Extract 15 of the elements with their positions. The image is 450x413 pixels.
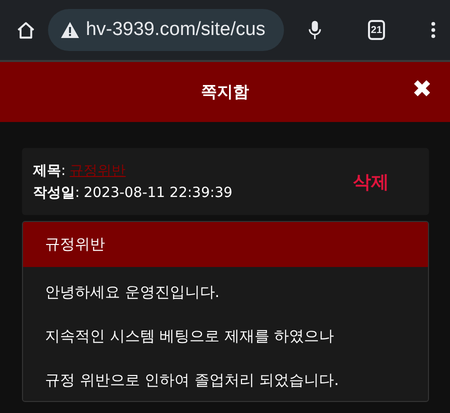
close-button[interactable]: ✖ (412, 78, 432, 102)
warning-icon (60, 21, 80, 39)
tab-count[interactable]: 21 (368, 20, 385, 40)
menu-icon[interactable] (431, 19, 436, 41)
message-text: 안녕하세요 운영진입니다. (45, 282, 221, 303)
page-title: 쪽지함 (201, 82, 249, 102)
message-text: 규정 위반으로 인하여 졸업처리 되었습니다. (45, 370, 340, 391)
url-text: hv-3939.com/site/cus (86, 19, 266, 41)
message-text: 지속적인 시스템 베팅으로 제재를 하였으나 (45, 326, 336, 347)
date-value: 2023-08-11 22:39:39 (84, 184, 232, 200)
subject-label: 제목: (33, 162, 66, 180)
message-title: 규정위반 (23, 222, 428, 267)
address-bar[interactable]: hv-3939.com/site/cus (48, 9, 284, 51)
date-label: 작성일: (33, 184, 80, 202)
delete-button[interactable]: 삭제 (353, 170, 389, 194)
